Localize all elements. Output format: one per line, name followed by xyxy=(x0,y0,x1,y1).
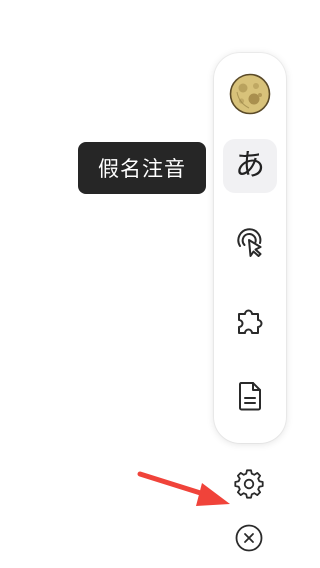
avatar-button[interactable] xyxy=(223,67,277,121)
document-icon xyxy=(239,382,261,411)
touch-cursor-icon xyxy=(237,228,262,257)
side-toolbar: あ xyxy=(214,53,286,443)
document-button[interactable] xyxy=(223,369,277,423)
extension-button[interactable] xyxy=(223,293,277,347)
screen: 假名注音 あ xyxy=(0,0,296,568)
puzzle-icon xyxy=(238,309,263,334)
tooltip: 假名注音 xyxy=(78,142,206,194)
settings-button[interactable] xyxy=(231,466,267,502)
moon-avatar-icon xyxy=(229,73,271,115)
cursor-button[interactable] xyxy=(223,215,277,269)
hiragana-icon: あ xyxy=(235,148,265,183)
annotation-arrow xyxy=(137,471,230,506)
close-circle-icon xyxy=(235,524,263,552)
close-button[interactable] xyxy=(231,520,267,556)
gear-icon xyxy=(234,469,264,499)
kana-button[interactable]: あ xyxy=(223,139,277,193)
tooltip-text: 假名注音 xyxy=(98,157,186,181)
